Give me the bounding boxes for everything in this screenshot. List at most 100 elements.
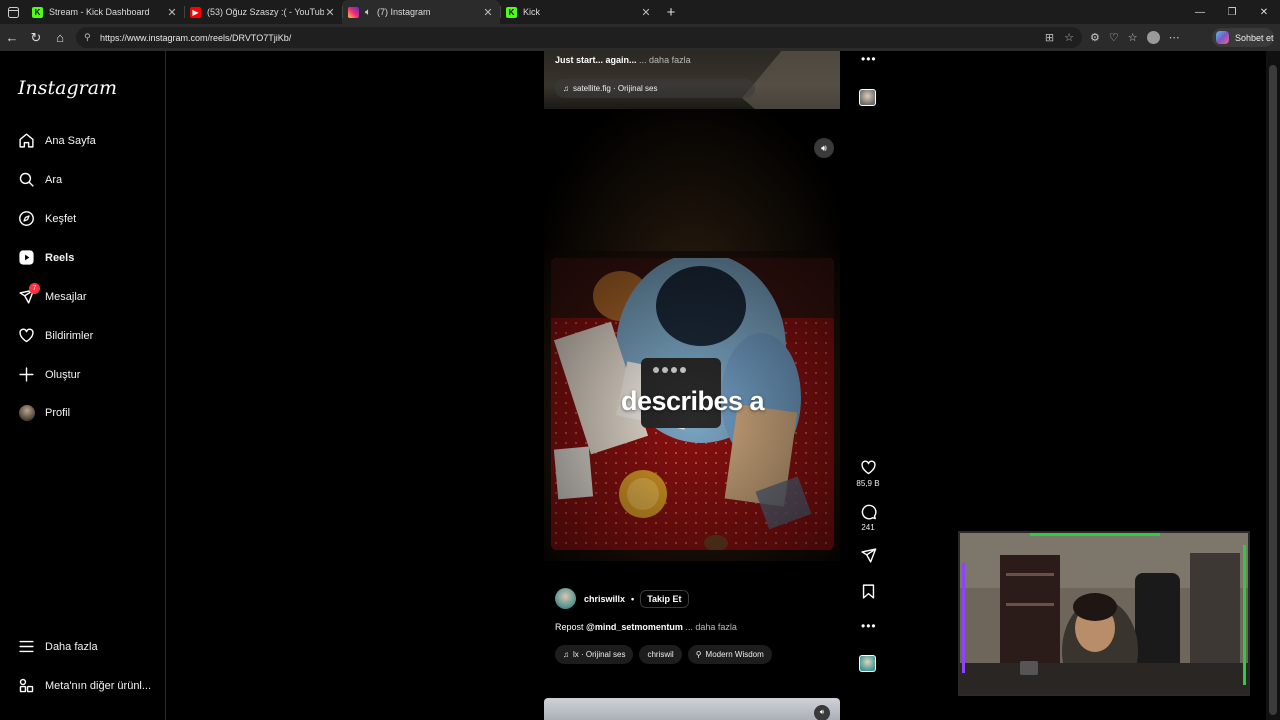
home-icon [18, 132, 35, 149]
sidebar-item-more[interactable]: Daha fazla [18, 638, 98, 655]
reel-caption: Repost @mind_setmomentum ... daha fazla [555, 622, 737, 632]
comment-action[interactable]: 241 [856, 503, 880, 532]
extensions-icon[interactable]: ⚙ [1090, 31, 1100, 44]
notification-badge: 7 [29, 283, 40, 294]
page-scrollbar[interactable] [1266, 51, 1280, 720]
heart-icon [860, 460, 876, 475]
sidebar-item-meta[interactable]: Meta'nın diğer ürünl... [18, 677, 151, 694]
previous-reel-audio-thumbnail[interactable] [859, 89, 876, 106]
webcam-frame-accent [1243, 545, 1246, 685]
more-link[interactable]: ... daha fazla [685, 622, 737, 632]
reel-audio-thumbnail[interactable] [859, 655, 876, 672]
sidebar-item-profile[interactable]: Profil [18, 404, 70, 421]
bookmark-icon [862, 584, 874, 599]
collections-icon[interactable]: ☆ [1128, 31, 1138, 44]
reel-tags-row: ♫ lx · Orijinal ses chriswil ⚲ Modern Wi… [555, 645, 772, 664]
audio-label: satellite.fig · Orijinal ses [573, 84, 658, 93]
reel-video[interactable]: describes a [551, 258, 834, 550]
minimize-icon[interactable]: — [1184, 7, 1216, 18]
reel-audio[interactable]: ♫ lx · Orijinal ses [555, 645, 634, 664]
tab-title: Kick [523, 7, 541, 17]
sidebar-item-search[interactable]: Ara [18, 171, 62, 188]
sidebar-item-label: Mesajlar [45, 290, 87, 303]
location-label: Modern Wisdom [705, 650, 764, 659]
copilot-button[interactable]: Sohbet et [1212, 28, 1274, 47]
youtube-icon: ▶ [190, 6, 201, 18]
sidebar-item-messages[interactable]: 7 Mesajlar [18, 283, 87, 305]
tagged-user[interactable]: chriswil [639, 645, 682, 664]
browser-tab-kick-dashboard[interactable]: K Stream - Kick Dashboard ✕ [26, 0, 184, 24]
new-tab-icon[interactable]: + [658, 4, 684, 21]
follow-button[interactable]: Takip Et [640, 589, 689, 608]
location-pin-icon: ⚲ [695, 650, 702, 659]
more-link[interactable]: ... daha fazla [639, 55, 691, 65]
toolbar-icons: ⚙ ♡ ☆ ⋯ [1090, 24, 1180, 51]
instagram-sidebar: Instagram Ana Sayfa Ara Keşfet Reels 7 M… [0, 51, 166, 720]
next-reel-video[interactable] [544, 698, 840, 720]
share-action[interactable] [856, 547, 880, 564]
site-info-icon[interactable]: ⚲ [84, 32, 94, 43]
mute-icon[interactable]: 🔊︎ [814, 138, 834, 158]
back-icon[interactable]: ← [0, 26, 24, 50]
menu-icon [18, 638, 35, 655]
browser-tab-youtube[interactable]: ▶ (53) Oğuz Szaszy :( - YouTube ✕ [184, 0, 342, 24]
close-window-icon[interactable]: ✕ [1248, 7, 1280, 18]
previous-reel-more-icon[interactable]: ••• [861, 52, 877, 66]
close-tab-icon[interactable]: ✕ [640, 6, 652, 19]
reel-more-icon[interactable]: ••• [861, 619, 877, 633]
tab-actions-icon[interactable] [0, 0, 26, 24]
reel-location[interactable]: ⚲ Modern Wisdom [687, 645, 772, 664]
browser-tab-kick[interactable]: K Kick ✕ [500, 0, 658, 24]
meta-apps-icon [18, 677, 35, 694]
sidebar-item-explore[interactable]: Keşfet [18, 210, 76, 227]
browser-essentials-icon[interactable]: ♡ [1109, 31, 1119, 44]
close-tab-icon[interactable]: ✕ [482, 6, 494, 19]
heart-icon [18, 327, 35, 344]
url-input[interactable]: ⚲ https://www.instagram.com/reels/DRVTO7… [76, 27, 1082, 48]
sidebar-item-home[interactable]: Ana Sayfa [18, 132, 96, 149]
sidebar-item-label: Ana Sayfa [45, 134, 96, 147]
sidebar-item-notifications[interactable]: Bildirimler [18, 327, 93, 344]
close-tab-icon[interactable]: ✕ [166, 6, 178, 19]
caption-prefix: Repost [555, 622, 584, 632]
sidebar-item-create[interactable]: Oluştur [18, 366, 80, 383]
instagram-icon [348, 6, 359, 18]
instagram-logo[interactable]: Instagram [18, 77, 117, 99]
webcam-frame-accent [962, 563, 965, 673]
avatar[interactable] [555, 588, 576, 609]
avatar [18, 404, 35, 421]
reels-icon [18, 249, 35, 266]
messenger-icon: 7 [18, 283, 40, 305]
music-note-icon: ♫ [563, 84, 569, 93]
window-controls: — ❐ ✕ [1184, 7, 1280, 18]
previous-reel-audio[interactable]: ♫ satellite.fig · Orijinal ses [555, 79, 755, 98]
browser-tab-instagram[interactable]: 🔈︎ (7) Instagram ✕ [342, 0, 500, 24]
compass-icon [18, 210, 35, 227]
profile-avatar[interactable] [1146, 31, 1160, 44]
author-username[interactable]: chriswillx [584, 594, 625, 604]
settings-more-icon[interactable]: ⋯ [1169, 31, 1180, 44]
sidebar-item-label: Daha fazla [45, 640, 98, 653]
speaker-icon[interactable]: 🔈︎ [365, 7, 371, 18]
app-available-icon[interactable]: ⊞ [1045, 31, 1054, 44]
like-action[interactable]: 85,9 B [856, 459, 880, 488]
sidebar-item-label: Ara [45, 173, 63, 186]
browser-tab-bar: K Stream - Kick Dashboard ✕ ▶ (53) Oğuz … [0, 0, 1280, 24]
caption-mention-link[interactable]: @mind_setmomentum [586, 622, 683, 632]
reel-author-row: chriswillx • Takip Et [555, 588, 689, 609]
comment-icon [861, 504, 877, 520]
webcam-overlay [958, 531, 1250, 696]
scroll-thumb[interactable] [1269, 65, 1277, 715]
tab-title: (53) Oğuz Szaszy :( - YouTube [207, 7, 324, 17]
refresh-icon[interactable]: ↻ [24, 26, 48, 50]
restore-icon[interactable]: ❐ [1216, 7, 1248, 18]
sidebar-item-label: Profil [45, 406, 71, 419]
copilot-icon [1216, 31, 1229, 44]
save-action[interactable] [856, 583, 880, 600]
home-icon[interactable]: ⌂ [48, 26, 72, 50]
close-tab-icon[interactable]: ✕ [324, 6, 336, 19]
tagged-user-label: chriswil [647, 650, 674, 659]
sidebar-item-reels[interactable]: Reels [18, 249, 74, 266]
favorite-star-icon[interactable]: ☆ [1064, 31, 1074, 44]
next-reel-mute-icon[interactable]: 🔊︎ [814, 705, 830, 720]
